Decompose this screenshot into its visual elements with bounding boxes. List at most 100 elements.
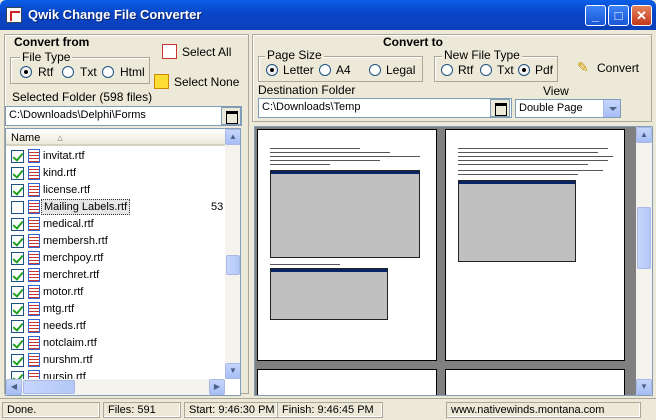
status-files: Files: 591 xyxy=(103,402,181,418)
destination-folder-input[interactable]: C:\Downloads\Temp xyxy=(258,98,512,118)
preview-scroll-thumb[interactable] xyxy=(637,207,651,269)
page-size-a4-label: A4 xyxy=(336,63,351,77)
list-header[interactable]: Name ▵ xyxy=(6,129,226,146)
new-type-pdf-radio[interactable] xyxy=(518,64,530,76)
source-folder-input[interactable]: C:\Downloads\Delphi\Forms xyxy=(5,106,242,126)
rtf-file-icon xyxy=(28,149,40,163)
page-size-legal-radio[interactable] xyxy=(369,64,381,76)
rtf-file-icon xyxy=(28,183,40,197)
file-name: merchret.rtf xyxy=(43,269,100,281)
file-list[interactable]: Name ▵ invitat.rtf kind.rtf license.rtf Mai… xyxy=(5,128,241,396)
file-list-vscrollbar[interactable]: ▲ ▼ xyxy=(225,129,240,379)
file-name: license.rtf xyxy=(43,184,91,196)
file-type-rtf-label: Rtf xyxy=(38,65,54,79)
file-list-item[interactable]: merchpoy.rtf xyxy=(6,250,224,267)
page-size-a4-radio[interactable] xyxy=(319,64,331,76)
file-type-html-radio[interactable] xyxy=(102,66,114,78)
file-list-item[interactable]: mtg.rtf xyxy=(6,301,224,318)
name-column-header[interactable]: Name xyxy=(11,132,40,144)
chevron-down-icon[interactable] xyxy=(603,100,620,117)
convert-wand-icon: ✎ xyxy=(577,59,589,75)
scroll-right-button[interactable]: ▶ xyxy=(209,379,225,395)
file-name: Mailing Labels.rtf xyxy=(41,199,131,215)
file-checkbox[interactable] xyxy=(11,320,24,333)
file-checkbox[interactable] xyxy=(11,184,24,197)
file-checkbox[interactable] xyxy=(11,303,24,316)
select-all-icon xyxy=(162,44,177,59)
new-type-rtf-radio[interactable] xyxy=(441,64,453,76)
title-bar[interactable]: Qwik Change File Converter _ □ ✕ xyxy=(0,0,656,30)
file-name: nurshm.rtf xyxy=(43,354,93,366)
file-checkbox[interactable] xyxy=(11,235,24,248)
file-checkbox[interactable] xyxy=(11,337,24,350)
page-size-letter-label: Letter xyxy=(283,63,314,77)
file-list-item[interactable]: membersh.rtf xyxy=(6,233,224,250)
file-checkbox[interactable] xyxy=(11,252,24,265)
rtf-file-icon xyxy=(28,166,40,180)
file-list-item[interactable]: nurshm.rtf xyxy=(6,352,224,369)
select-all-label: Select All xyxy=(182,45,232,59)
file-list-item[interactable]: merchret.rtf xyxy=(6,267,224,284)
rtf-file-icon xyxy=(28,285,40,299)
scroll-up-button[interactable]: ▲ xyxy=(225,129,240,145)
new-type-rtf-label: Rtf xyxy=(458,63,474,77)
selected-folder-label: Selected Folder (598 files) xyxy=(12,90,153,104)
page-size-letter-radio[interactable] xyxy=(266,64,278,76)
file-list-item[interactable]: kind.rtf xyxy=(6,165,224,182)
window-title: Qwik Change File Converter xyxy=(28,7,202,22)
file-checkbox[interactable] xyxy=(11,167,24,180)
browse-destination-folder-icon[interactable] xyxy=(490,99,510,117)
view-select-value: Double Page xyxy=(519,102,583,114)
status-website-link[interactable]: www.nativewinds.montana.com xyxy=(446,402,641,418)
view-select[interactable]: Double Page xyxy=(515,99,621,118)
file-type-label: File Type xyxy=(20,50,73,64)
file-list-item[interactable]: invitat.rtf xyxy=(6,148,224,165)
file-type-txt-radio[interactable] xyxy=(62,66,74,78)
preview-page-4 xyxy=(445,369,625,395)
status-state: Done. xyxy=(2,402,100,418)
file-list-item[interactable]: needs.rtf xyxy=(6,318,224,335)
file-type-rtf-radio[interactable] xyxy=(20,66,32,78)
rtf-file-icon xyxy=(28,268,40,282)
file-list-item[interactable]: medical.rtf xyxy=(6,216,224,233)
file-list-item[interactable]: motor.rtf xyxy=(6,284,224,301)
file-name: merchpoy.rtf xyxy=(43,252,104,264)
file-list-item[interactable]: Mailing Labels.rtf 53 xyxy=(6,199,224,216)
new-file-type-label: New File Type xyxy=(442,48,522,62)
select-none-button[interactable]: Select None xyxy=(154,74,240,89)
hscroll-thumb[interactable] xyxy=(23,380,75,394)
file-name: motor.rtf xyxy=(43,286,84,298)
select-all-button[interactable]: Select All xyxy=(162,44,232,59)
file-checkbox[interactable] xyxy=(11,354,24,367)
preview-scroll-up-button[interactable]: ▲ xyxy=(636,127,652,143)
browse-source-folder-icon[interactable] xyxy=(221,107,241,125)
preview-pane[interactable]: ▲ ▼ xyxy=(254,126,653,396)
select-none-label: Select None xyxy=(174,75,240,89)
scroll-thumb[interactable] xyxy=(226,255,240,275)
preview-scroll-down-button[interactable]: ▼ xyxy=(636,379,652,395)
file-checkbox[interactable] xyxy=(11,218,24,231)
app-icon xyxy=(6,7,22,23)
preview-page-1 xyxy=(257,129,437,361)
rtf-file-icon xyxy=(28,217,40,231)
preview-vscrollbar[interactable]: ▲ ▼ xyxy=(636,127,652,395)
file-type-html-label: Html xyxy=(120,65,145,79)
file-name: invitat.rtf xyxy=(43,150,85,162)
convert-button[interactable]: ✎ Convert xyxy=(577,59,639,75)
file-list-item[interactable]: notclaim.rtf xyxy=(6,335,224,352)
scroll-down-button[interactable]: ▼ xyxy=(225,363,240,379)
file-list-item[interactable]: license.rtf xyxy=(6,182,224,199)
close-button[interactable]: ✕ xyxy=(631,5,652,26)
file-checkbox[interactable] xyxy=(11,269,24,282)
file-checkbox[interactable] xyxy=(11,150,24,163)
minimize-button[interactable]: _ xyxy=(585,5,606,26)
file-checkbox[interactable] xyxy=(11,286,24,299)
convert-to-heading: Convert to xyxy=(383,35,443,49)
file-list-hscrollbar[interactable]: ◀ ▶ xyxy=(6,379,225,395)
file-checkbox[interactable] xyxy=(11,201,24,214)
status-finish: Finish: 9:46:45 PM xyxy=(277,402,383,418)
new-type-txt-radio[interactable] xyxy=(480,64,492,76)
page-size-label: Page Size xyxy=(265,48,324,62)
scroll-left-button[interactable]: ◀ xyxy=(6,379,22,395)
maximize-button[interactable]: □ xyxy=(608,5,629,26)
